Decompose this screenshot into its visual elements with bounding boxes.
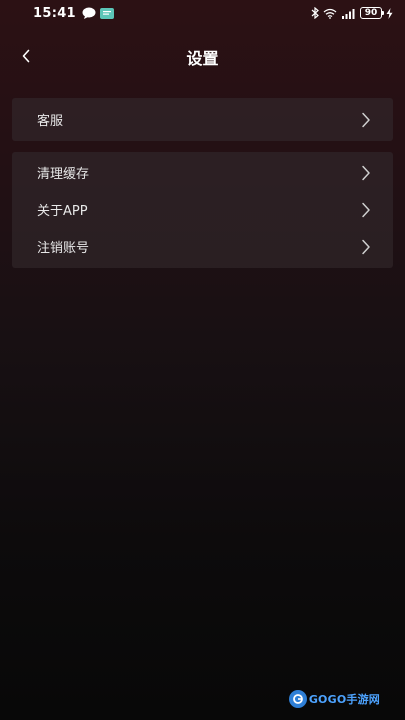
watermark: GOGO手游网 [288, 690, 380, 708]
settings-row-label: 客服 [37, 114, 64, 129]
status-left: 15:41 [33, 6, 114, 21]
bluetooth-icon [311, 7, 319, 19]
settings-row-customer-service[interactable]: 客服 [12, 98, 393, 141]
watermark-text: GOGO手游网 [308, 693, 380, 706]
chevron-right-icon [362, 239, 370, 254]
chevron-right-icon [362, 202, 370, 217]
chat-bubble-icon [82, 7, 96, 19]
chevron-right-icon [362, 165, 370, 180]
battery-level: 90 [360, 7, 384, 19]
settings-group-support: 客服 [12, 98, 393, 141]
settings-row-label: 注销账号 [37, 241, 90, 256]
app-notification-icon [99, 7, 114, 19]
settings-row-label: 清理缓存 [37, 167, 90, 182]
settings-row-about-app[interactable]: 关于APP [12, 191, 393, 228]
settings-group-app: 清理缓存 关于APP 注销账号 [12, 152, 393, 268]
top-nav-bar: 设置 [0, 36, 405, 76]
signal-icon [342, 8, 355, 19]
settings-row-label: 关于APP [37, 204, 88, 219]
status-right: 90 [307, 7, 393, 19]
lightning-icon [386, 7, 393, 19]
wifi-icon [323, 8, 337, 19]
status-time: 15:41 [33, 5, 76, 21]
settings-row-clear-cache[interactable]: 清理缓存 [12, 154, 393, 191]
chevron-right-icon [362, 112, 370, 127]
settings-row-delete-account[interactable]: 注销账号 [12, 228, 393, 265]
gogo-logo-icon [288, 690, 307, 708]
status-bar: 15:41 90 [0, 0, 405, 26]
page-title: 设置 [186, 49, 219, 68]
